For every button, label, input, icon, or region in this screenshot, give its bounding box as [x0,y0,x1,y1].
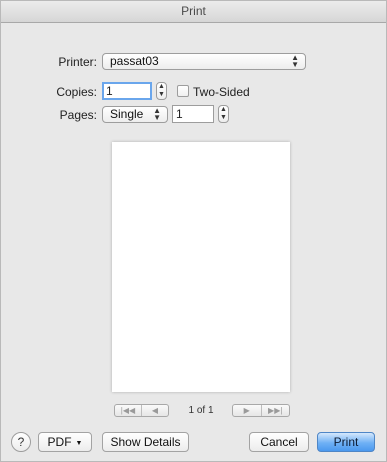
pdf-menu-button[interactable]: PDF ▼ [38,432,92,452]
two-sided-label: Two-Sided [193,85,250,99]
printer-label: Printer: [58,55,97,69]
page-number-field[interactable]: 1 [172,105,214,123]
printer-select[interactable]: passat03 ▲ ▼ [102,53,306,70]
copies-label: Copies: [56,85,97,99]
preview-forward-navigation: ▶ ▶▶| [232,404,290,417]
preview-back-navigation: |◀◀ ◀ [114,404,169,417]
updown-arrows-icon: ▲ ▼ [153,106,161,122]
last-page-button[interactable]: ▶▶| [260,405,290,416]
help-icon: ? [17,435,25,449]
print-button[interactable]: Print [317,432,375,452]
window-title: Print [1,1,386,23]
next-page-icon: ▶ [243,406,250,415]
print-preview-page [112,142,290,392]
next-page-button[interactable]: ▶ [233,405,261,416]
pages-mode-value: Single [110,107,144,121]
copies-field[interactable]: 1 [102,82,152,100]
stepper-up-icon[interactable]: ▲ [157,83,166,91]
previous-page-icon: ◀ [151,406,159,415]
pages-label: Pages: [59,108,97,122]
updown-arrows-icon: ▲ ▼ [291,53,299,69]
previous-page-button[interactable]: ◀ [141,405,168,416]
show-details-button[interactable]: Show Details [102,432,189,452]
two-sided-checkbox[interactable] [177,85,189,97]
page-number-stepper[interactable]: ▲ ▼ [218,105,229,123]
printer-value: passat03 [110,54,159,68]
chevron-down-icon: ▼ [75,440,83,447]
cancel-button[interactable]: Cancel [249,432,309,452]
print-dialog: Print Printer: passat03 ▲ ▼ Copies: 1 ▲ ▼… [0,0,387,462]
first-page-button[interactable]: |◀◀ [115,405,141,416]
first-page-icon: |◀◀ [120,406,136,415]
stepper-down-icon[interactable]: ▼ [219,114,228,122]
copies-stepper[interactable]: ▲ ▼ [156,82,167,100]
page-indicator: 1 of 1 [188,405,214,416]
help-button[interactable]: ? [11,432,31,452]
pdf-label: PDF [47,435,72,449]
stepper-down-icon[interactable]: ▼ [157,91,166,99]
last-page-icon: ▶▶| [268,406,283,415]
stepper-up-icon[interactable]: ▲ [219,106,228,114]
pages-mode-select[interactable]: Single ▲ ▼ [102,106,168,123]
